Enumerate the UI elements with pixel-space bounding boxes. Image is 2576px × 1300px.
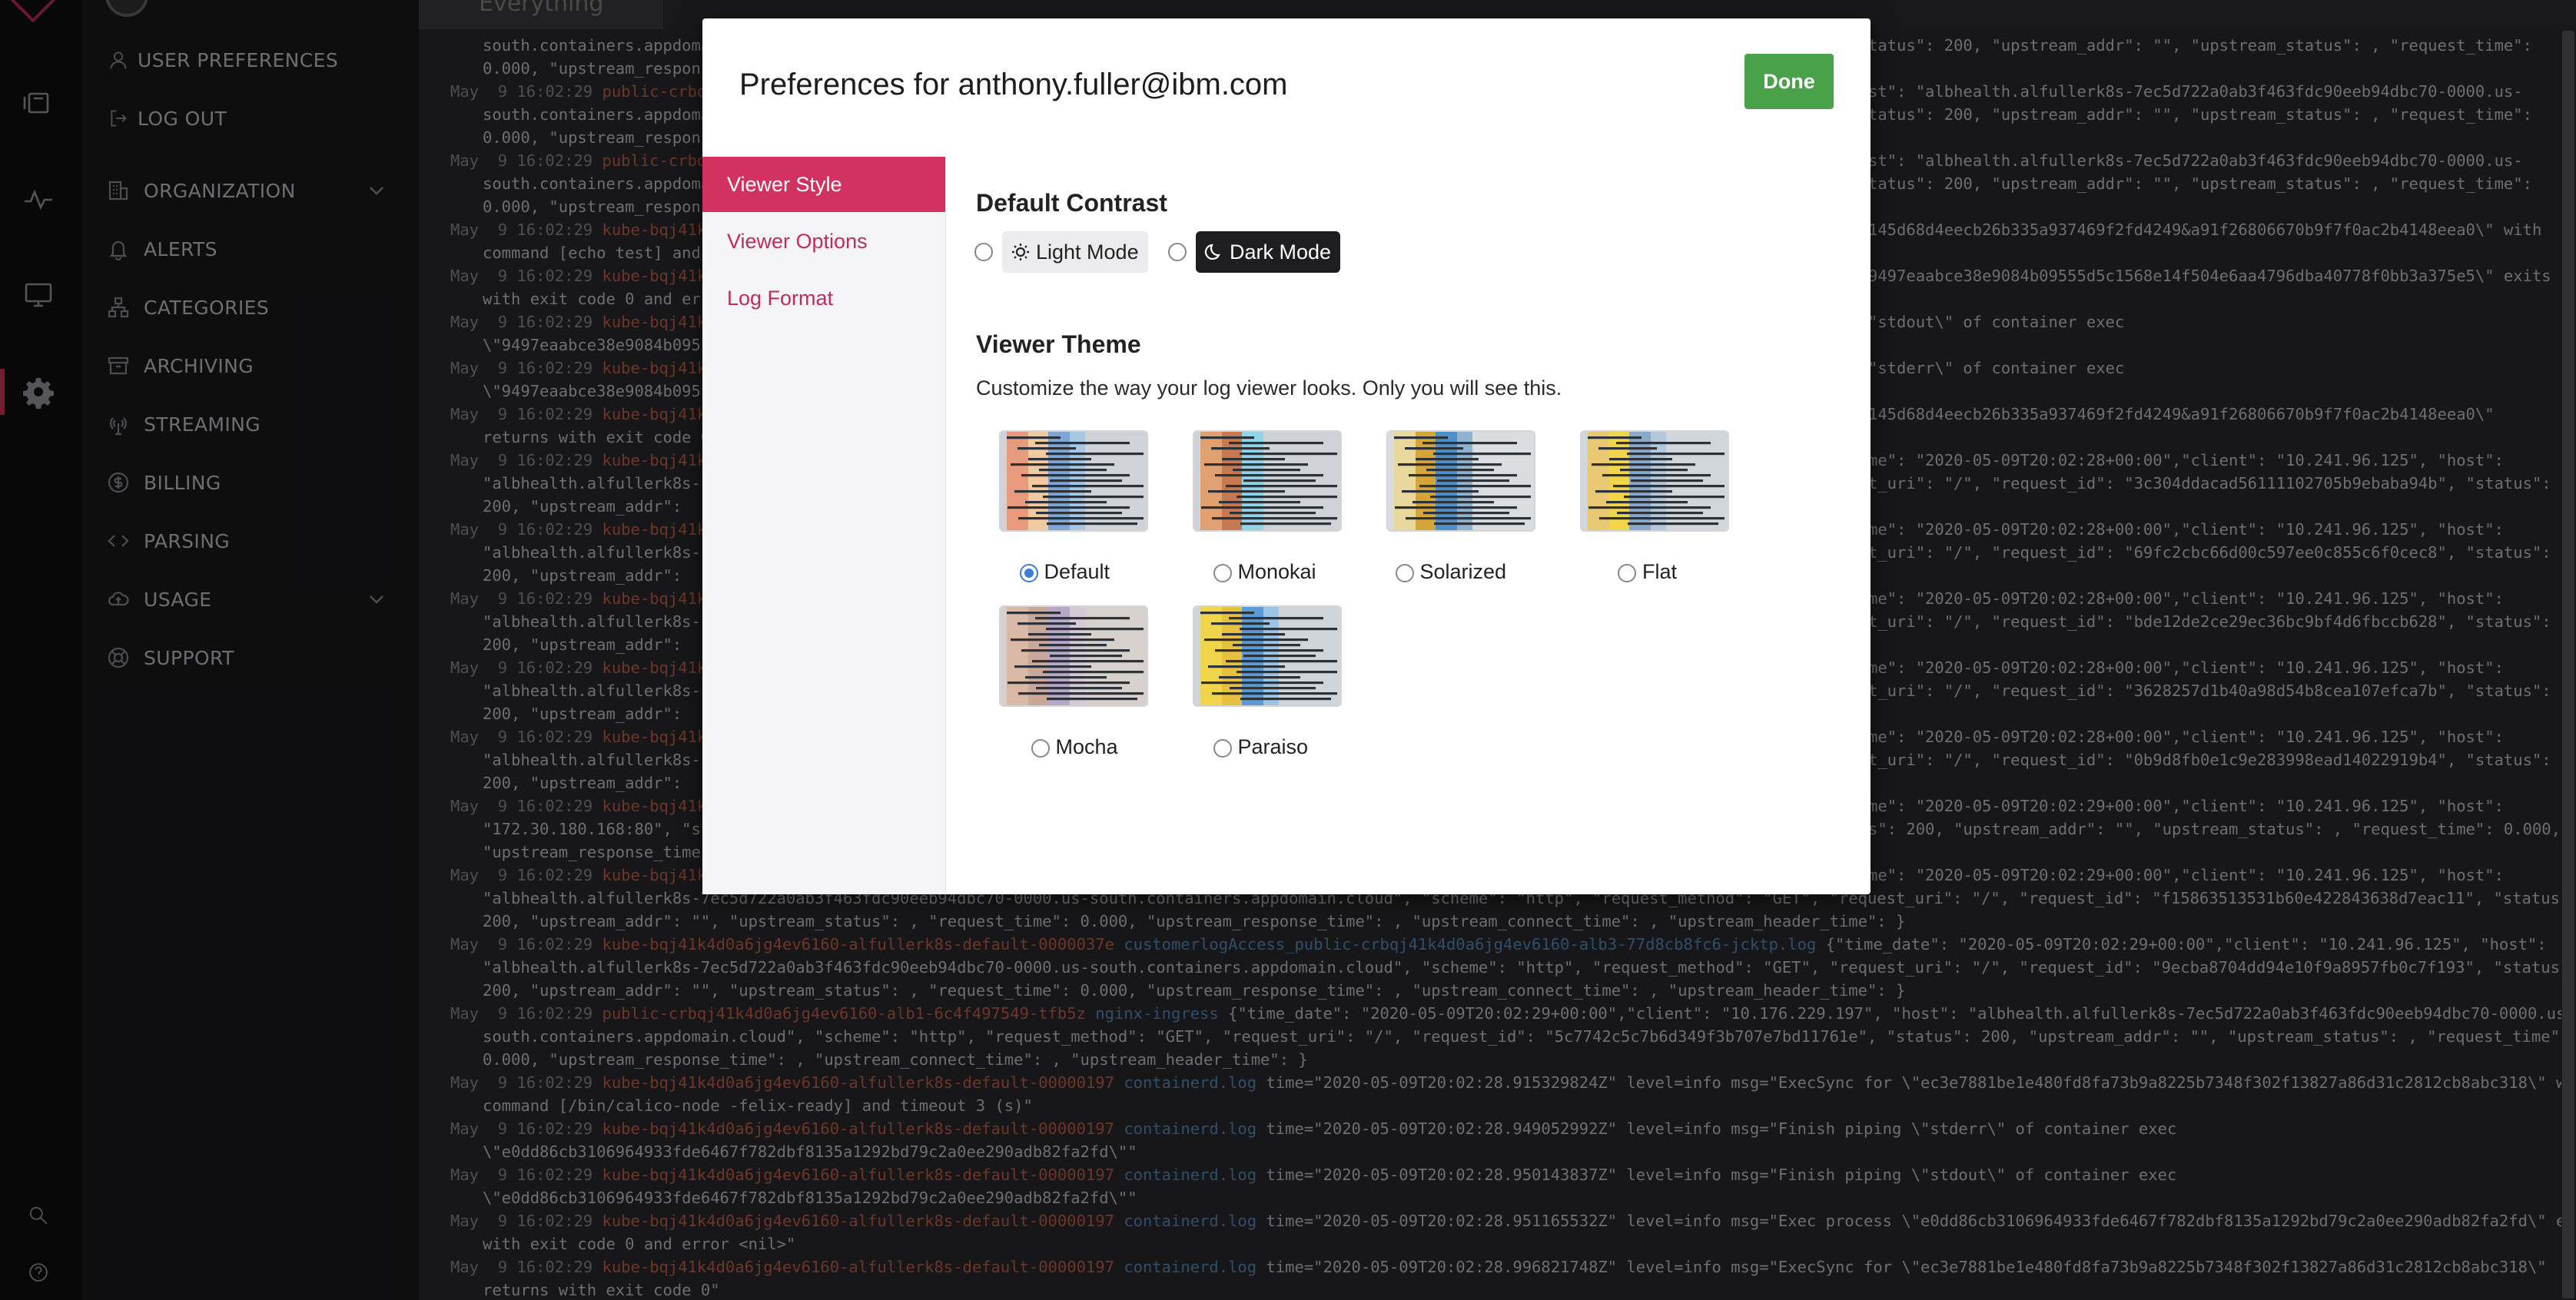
theme-label[interactable]: Default <box>1044 560 1110 584</box>
theme-preview-monokai[interactable] <box>1193 430 1342 532</box>
theme-swatch <box>1194 607 1340 705</box>
preferences-menu: Viewer Style Viewer Options Log Format <box>702 157 946 894</box>
done-button[interactable]: Done <box>1744 54 1834 109</box>
light-mode-option[interactable]: Light Mode <box>1002 231 1148 273</box>
theme-label[interactable]: Paraiso <box>1238 735 1309 759</box>
theme-label[interactable]: Monokai <box>1238 560 1316 584</box>
menu-viewer-style[interactable]: Viewer Style <box>702 157 945 212</box>
theme-label[interactable]: Solarized <box>1420 560 1507 584</box>
menu-viewer-options[interactable]: Viewer Options <box>702 214 945 269</box>
theme-preview-solarized[interactable] <box>1386 430 1535 532</box>
moon-icon <box>1204 244 1220 260</box>
theme-radio-mocha[interactable] <box>1031 739 1050 758</box>
theme-preview-default[interactable] <box>999 430 1148 532</box>
theme-radio-paraiso[interactable] <box>1213 739 1232 758</box>
theme-swatch <box>1388 432 1534 530</box>
light-mode-label: Light Mode <box>1036 240 1139 264</box>
theme-preview-mocha[interactable] <box>999 605 1148 707</box>
contrast-heading: Default Contrast <box>976 189 1167 217</box>
theme-swatch <box>1001 432 1147 530</box>
theme-radio-flat[interactable] <box>1618 564 1636 582</box>
light-mode-radio[interactable] <box>974 243 993 261</box>
theme-swatch <box>1001 607 1147 705</box>
theme-heading: Viewer Theme <box>976 330 1141 358</box>
menu-log-format[interactable]: Log Format <box>702 270 945 326</box>
theme-swatch <box>1582 432 1728 530</box>
theme-radio-default[interactable] <box>1019 564 1038 582</box>
theme-preview-flat[interactable] <box>1580 430 1729 532</box>
theme-description: Customize the way your log viewer looks.… <box>976 376 1562 400</box>
dark-mode-label: Dark Mode <box>1230 240 1332 264</box>
theme-radio-monokai[interactable] <box>1213 564 1232 582</box>
theme-preview-paraiso[interactable] <box>1193 605 1342 707</box>
dark-mode-radio[interactable] <box>1168 243 1187 261</box>
sun-icon <box>1012 244 1029 260</box>
dark-mode-option[interactable]: Dark Mode <box>1196 231 1341 273</box>
preferences-modal: Preferences for anthony.fuller@ibm.com D… <box>702 18 1871 894</box>
theme-label[interactable]: Flat <box>1642 560 1677 584</box>
theme-swatch <box>1194 432 1340 530</box>
modal-title: Preferences for anthony.fuller@ibm.com <box>739 68 1288 101</box>
theme-radio-solarized[interactable] <box>1395 564 1414 582</box>
theme-label[interactable]: Mocha <box>1056 735 1118 759</box>
